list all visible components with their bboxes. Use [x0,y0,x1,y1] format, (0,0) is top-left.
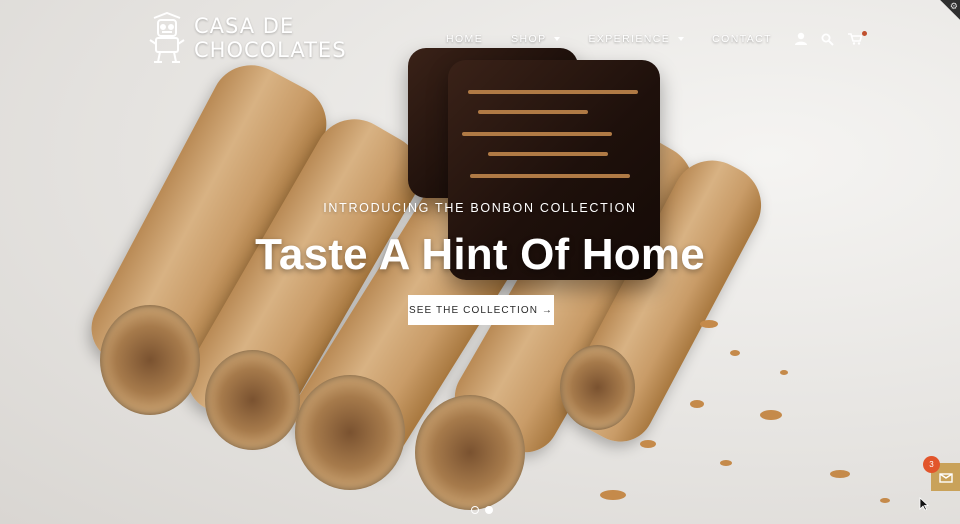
nav-experience-label: EXPERIENCE [588,33,671,45]
nav-shop-label: SHOP [511,33,547,45]
account-icon[interactable] [792,31,810,47]
cart-indicator-dot [861,31,867,36]
main-navigation: HOME SHOP EXPERIENCE CONTACT [446,31,873,47]
nav-experience[interactable]: EXPERIENCE [588,33,685,45]
cart-icon[interactable] [846,31,867,47]
brand-logo[interactable]: CASA DE CHOCOLATES [146,12,347,64]
rewards-count-badge: 3 [923,456,940,473]
hero-banner: CASA DE CHOCOLATES HOME SHOP EXPERIENCE … [0,0,960,524]
slider-pagination [471,506,499,514]
nav-contact[interactable]: CONTACT [712,33,772,45]
nav-home[interactable]: HOME [446,33,483,45]
hero-eyebrow: INTRODUCING THE BONBON COLLECTION [323,201,637,215]
mouse-cursor-icon [919,497,929,511]
search-icon[interactable] [819,31,837,47]
slide-dot-2[interactable] [485,506,493,514]
gear-icon: ⚙ [949,1,958,11]
gift-box-icon [938,473,953,483]
chevron-down-icon [678,37,685,41]
nav-contact-label: CONTACT [712,33,772,45]
brand-name: CASA DE CHOCOLATES [194,14,347,62]
chevron-down-icon [554,37,561,41]
brand-name-line-1: CASA DE [194,14,295,38]
nav-shop[interactable]: SHOP [511,33,561,45]
nav-home-label: HOME [446,33,484,45]
hero-headline: Taste A Hint Of Home [255,230,705,279]
brand-name-line-2: CHOCOLATES [194,38,347,62]
logo-figure-icon [149,12,185,63]
slide-dot-1[interactable] [471,506,479,514]
see-collection-button[interactable]: SEE THE COLLECTION → [408,295,554,325]
